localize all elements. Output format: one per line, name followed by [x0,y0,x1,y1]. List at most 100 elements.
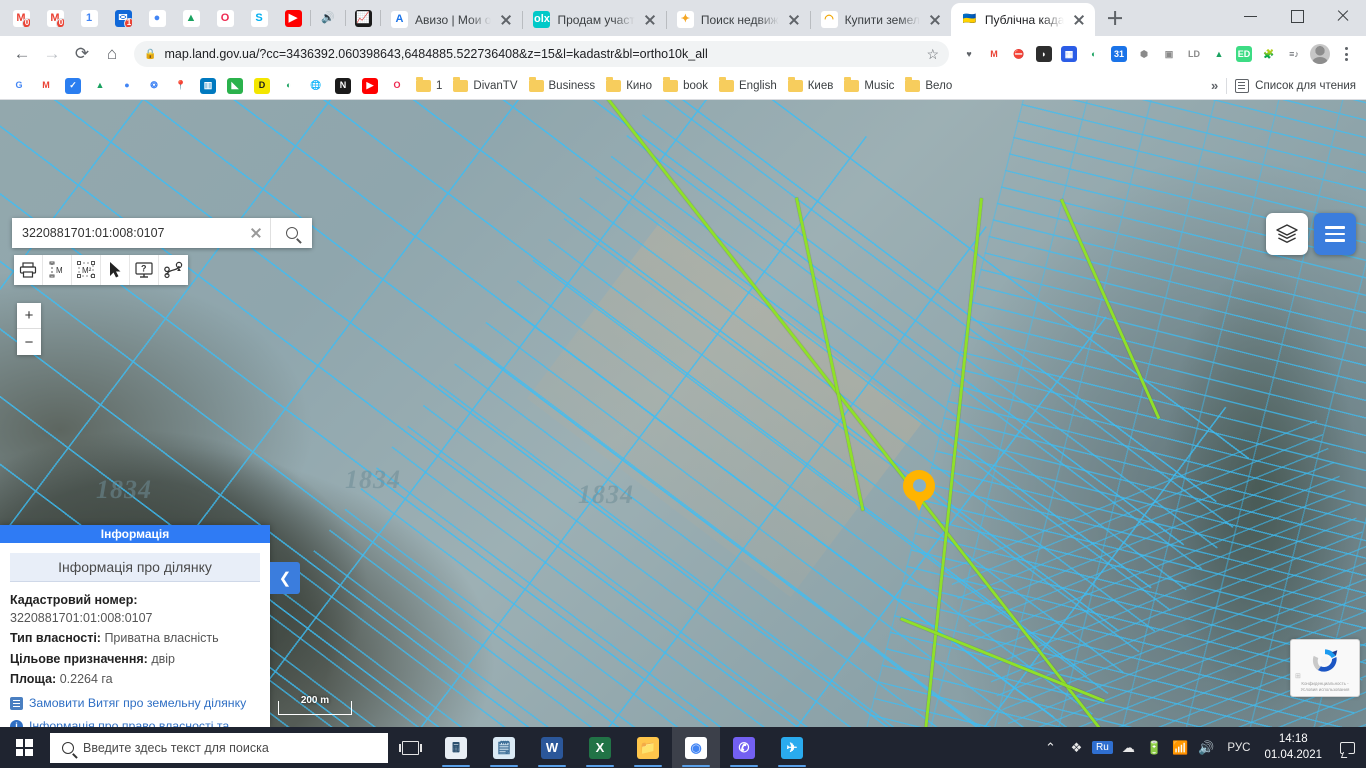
ed-extension[interactable]: ED [1232,42,1256,66]
tab-close-button[interactable] [927,12,943,28]
tab-3[interactable]: ✦Поиск недвиж [667,3,810,36]
bookmark-trello[interactable]: ▥ [195,76,221,96]
bitwarden-extension[interactable]: ◗ [1032,42,1056,66]
pinned-tab-youtube[interactable]: ▶ [276,2,310,34]
grid-extension[interactable]: ▦ [1057,42,1081,66]
gmail-checker-extension[interactable]: M [982,42,1006,66]
bookmark-вело[interactable]: Вело [900,78,957,94]
bookmark-book[interactable]: book [658,78,713,94]
bookmark-1[interactable]: 1 [411,78,447,94]
pinned-tab-account[interactable]: ● [140,2,174,34]
maximize-button[interactable] [1274,0,1320,32]
reading-list-button[interactable]: Список для чтения [1235,79,1356,93]
task-view-button[interactable] [388,727,432,768]
lastpass-extension[interactable]: LD [1182,42,1206,66]
close-window-button[interactable] [1320,0,1366,32]
taskbar-app-file-explorer[interactable]: 📁 [624,727,672,768]
bookmark-account[interactable]: ● [114,76,140,96]
calendar-extension[interactable]: 31 [1107,42,1131,66]
search-button[interactable] [270,218,312,248]
taskbar-app-sticky-notes[interactable]: 🗒 [480,727,528,768]
battery-tray-icon[interactable]: 🔋 [1141,727,1167,768]
selected-parcel-marker[interactable] [903,470,935,514]
tab-2[interactable]: olxПродам участ [523,3,665,36]
reload-icon[interactable]: ⟳ [68,40,96,68]
parcel-action-link[interactable]: Замовити Витяг про земельну ділянку [10,695,260,712]
bookmark-киев[interactable]: Киев [783,78,839,94]
bookmark-gmail[interactable]: M [33,76,59,96]
wifi-tray-icon[interactable]: 📶 [1167,727,1193,768]
bookmark-divantv[interactable]: DivanTV [448,78,522,94]
pinned-tab-mail-ru[interactable]: ✉1 [106,2,140,34]
bookmark-youtube[interactable]: ▶ [357,76,383,96]
tab-1[interactable]: AАвизо | Мои о [381,3,522,36]
pinned-tab-calendar[interactable]: 1 [72,2,106,34]
layers-button[interactable] [1266,213,1308,255]
input-language-indicator[interactable]: РУС [1219,742,1258,754]
bookmark-feedly[interactable]: ◣ [222,76,248,96]
bookmark-music[interactable]: Music [839,78,899,94]
bookmark-кино[interactable]: Кино [601,78,657,94]
pinned-tab-opera[interactable]: O [208,2,242,34]
select-pointer-tool[interactable] [101,255,130,285]
adblock-extension[interactable]: ⛔ [1007,42,1031,66]
search-input[interactable] [22,226,248,240]
help-tool[interactable]: ? [130,255,159,285]
map-viewport[interactable]: 1834 1834 1834 1834 M [0,100,1366,727]
print-tool[interactable] [14,255,43,285]
language-indicator[interactable]: Ru [1089,727,1115,768]
taskbar-app-google-chrome[interactable]: ◉ [672,727,720,768]
pinned-tab-google-drive[interactable]: ▲ [174,2,208,34]
zoom-in-button[interactable]: + [17,303,41,329]
google-drive-extension[interactable]: ▲ [1207,42,1231,66]
recaptcha-badge[interactable]: ⊞ Конфиденциальность - Условия использов… [1290,639,1360,697]
pinned-tab-gmail-2[interactable]: M0 [38,2,72,34]
chrome-menu-icon[interactable] [1334,47,1358,61]
bookmark-star-icon[interactable]: ☆ [926,46,939,63]
pinned-tab-analytics[interactable]: 📈 [346,2,380,34]
new-tab-button[interactable] [1101,4,1129,32]
tab-close-button[interactable] [642,12,658,28]
taskbar-app-calculator[interactable]: 🖩 [432,727,480,768]
notes-extension[interactable]: ▣ [1157,42,1181,66]
tab-close-button[interactable] [1071,12,1087,28]
home-icon[interactable]: ⌂ [98,40,126,68]
bookmark-opera[interactable]: O [384,76,410,96]
profile-avatar[interactable] [1308,42,1332,66]
pinned-tab-volume-muted[interactable]: 🔊 [311,2,345,34]
taskbar-app-microsoft-word[interactable]: W [528,727,576,768]
bookmark-business[interactable]: Business [524,78,601,94]
dropbox-tray-icon[interactable]: ❖ [1063,727,1089,768]
collapse-panel-button[interactable]: ❮ [270,562,300,594]
media-list-button[interactable]: ≡♪ [1282,42,1306,66]
puzzle-extensions-menu[interactable]: 🧩 [1257,42,1281,66]
bookmark-google[interactable]: G [6,76,32,96]
minimize-button[interactable] [1228,0,1274,32]
bookmark-google-maps[interactable]: 📍 [168,76,194,96]
bookmark-google-drive[interactable]: ▲ [87,76,113,96]
tab-4[interactable]: ◠Купити земел [811,3,951,36]
map-menu-button[interactable] [1314,213,1356,255]
zoom-out-button[interactable]: − [17,329,41,355]
taskbar-app-microsoft-excel[interactable]: X [576,727,624,768]
taskbar-clock[interactable]: 14:18 01.04.2021 [1258,732,1332,763]
onedrive-tray-icon[interactable]: ☁ [1115,727,1141,768]
address-bar[interactable]: 🔒 map.land.gov.ua/?cc=3436392.060398643,… [134,41,949,67]
pinned-tab-skype[interactable]: S [242,2,276,34]
tab-5[interactable]: 🇺🇦Публічна када [951,3,1096,36]
route-tool[interactable] [159,255,188,285]
cube-extension[interactable]: ⬢ [1132,42,1156,66]
measure-area-tool[interactable]: M² [72,255,101,285]
taskbar-app-telegram[interactable]: ✈ [768,727,816,768]
clear-search-icon[interactable] [248,225,264,241]
tab-close-button[interactable] [498,12,514,28]
bookmark-onenote[interactable]: N [330,76,356,96]
translate-extension[interactable]: ◐ [1082,42,1106,66]
bookmark-english[interactable]: English [714,78,782,94]
bookmark-chrome[interactable]: ◐ [276,76,302,96]
taskbar-search-box[interactable]: Введите здесь текст для поиска [50,733,388,763]
bookmark-google-photos[interactable]: ❂ [141,76,167,96]
parcel-action-link[interactable]: Інформація про право власності та речові… [10,718,260,727]
measure-length-tool[interactable]: M [43,255,72,285]
pocket-extension[interactable]: ♥ [957,42,981,66]
